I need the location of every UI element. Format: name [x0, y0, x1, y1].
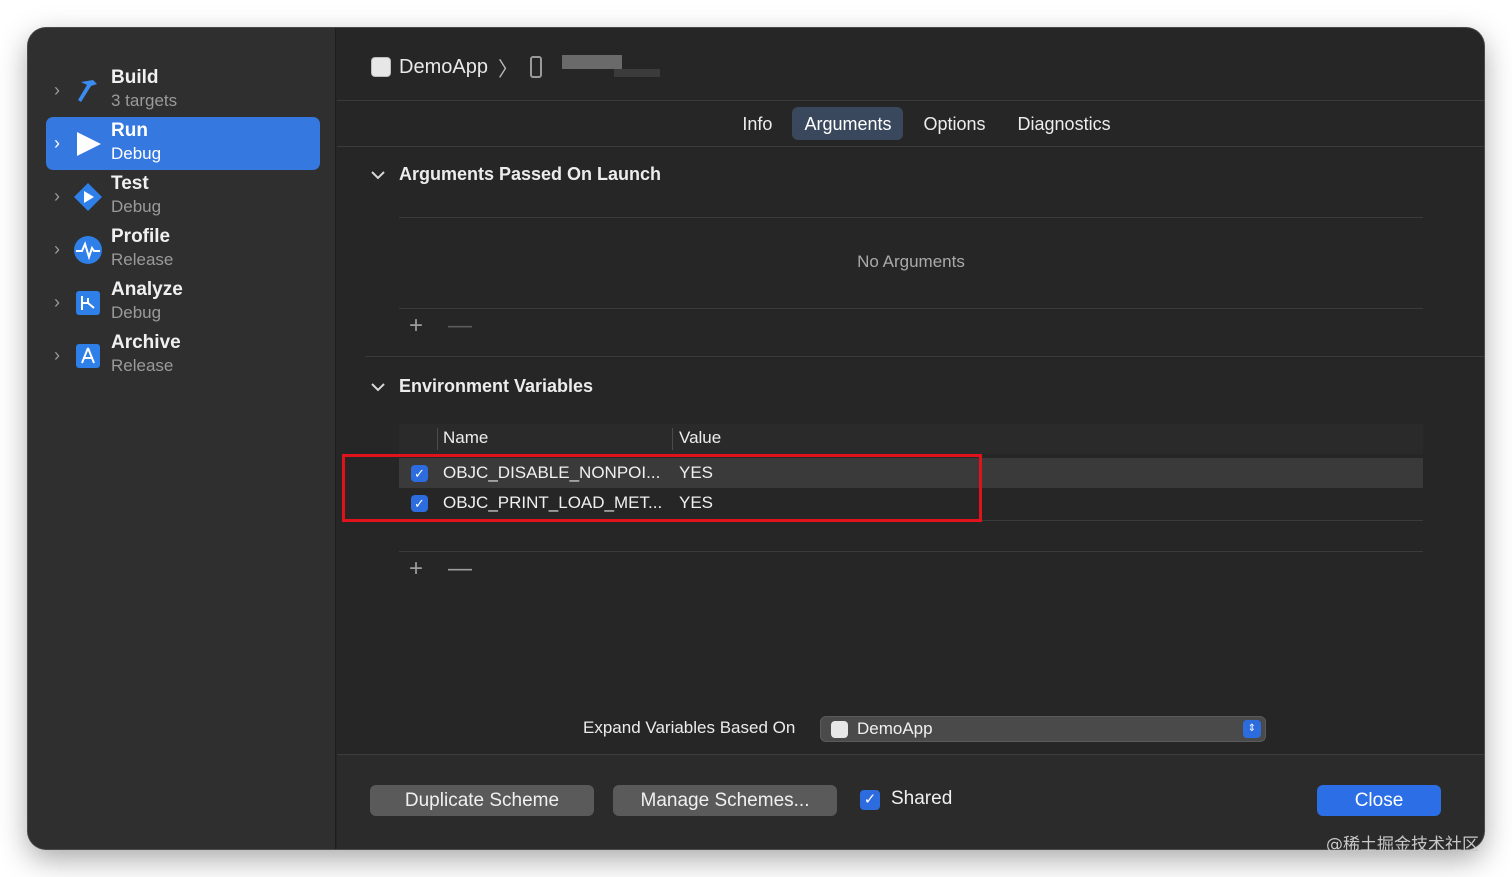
hammer-icon	[73, 76, 103, 106]
sidebar-item-subtitle: 3 targets	[111, 91, 178, 110]
sidebar-item-title: Run	[111, 120, 148, 141]
shared-checkbox[interactable]: ✓	[860, 790, 880, 810]
duplicate-scheme-button[interactable]: Duplicate Scheme	[370, 785, 594, 816]
sidebar-item-build[interactable]: › Build 3 targets	[46, 64, 320, 117]
analyze-icon	[73, 288, 103, 318]
remove-argument-button[interactable]: —	[448, 312, 472, 340]
archive-icon	[73, 341, 103, 371]
breadcrumb-separator-icon: 〉	[497, 58, 518, 81]
divider	[399, 217, 1423, 218]
sidebar-item-archive[interactable]: › Archive Release	[46, 329, 320, 382]
updown-chevron-icon: ⇕	[1243, 720, 1261, 738]
waveform-icon	[73, 235, 103, 265]
tab-options[interactable]: Options	[911, 107, 997, 140]
tab-bar: Info Arguments Options Diagnostics	[337, 107, 1484, 141]
chevron-right-icon[interactable]: ›	[54, 345, 68, 365]
sidebar-item-run[interactable]: › Run Debug	[46, 117, 320, 170]
sidebar-item-subtitle: Debug	[111, 303, 162, 322]
chevron-right-icon[interactable]: ›	[54, 186, 68, 206]
column-divider	[437, 428, 438, 450]
sidebar-item-title: Archive	[111, 332, 181, 353]
sidebar-item-title: Build	[111, 67, 159, 88]
sidebar-item-title: Analyze	[111, 279, 183, 300]
tab-info[interactable]: Info	[730, 107, 784, 140]
redacted-device-name	[561, 55, 622, 69]
remove-env-var-button[interactable]: —	[448, 555, 472, 583]
play-icon	[73, 129, 103, 159]
arguments-section-title: Arguments Passed On Launch	[399, 164, 662, 184]
chevron-right-icon[interactable]: ›	[54, 292, 68, 312]
table-header: Name Value	[399, 424, 1423, 454]
tab-diagnostics[interactable]: Diagnostics	[1006, 107, 1123, 140]
divider	[337, 100, 1484, 101]
add-env-var-button[interactable]: +	[409, 555, 423, 583]
expand-variables-popup[interactable]: DemoApp ⇕	[820, 716, 1266, 742]
divider	[399, 551, 1423, 552]
chevron-down-icon[interactable]	[371, 167, 385, 183]
divider	[399, 308, 1423, 309]
watermark: @稀土掘金技术社区	[1326, 835, 1479, 855]
scheme-detail-pane: DemoApp 〉 Info Arguments Options Diagnos…	[337, 28, 1484, 849]
expand-variables-label: Expand Variables Based On	[583, 718, 796, 737]
environment-section-header[interactable]: Environment Variables	[371, 376, 593, 397]
manage-schemes-button[interactable]: Manage Schemes...	[613, 785, 837, 816]
divider	[337, 146, 1484, 147]
scheme-editor-window: › Build 3 targets › Run Debug › Test Deb…	[28, 28, 1484, 849]
chevron-down-icon[interactable]	[371, 379, 385, 395]
sidebar-item-title: Profile	[111, 226, 171, 247]
close-button[interactable]: Close	[1317, 785, 1441, 816]
test-diamond-icon	[73, 182, 103, 212]
chevron-right-icon[interactable]: ›	[54, 80, 68, 100]
environment-section-title: Environment Variables	[399, 376, 594, 396]
expand-variables-value: DemoApp	[857, 719, 933, 738]
breadcrumb[interactable]: DemoApp 〉	[371, 52, 660, 82]
divider	[365, 356, 1484, 357]
redacted-device-detail	[613, 69, 660, 77]
sidebar-item-subtitle: Debug	[111, 197, 162, 216]
shared-label[interactable]: Shared	[891, 788, 952, 810]
footer-bar: Duplicate Scheme Manage Schemes... ✓ Sha…	[337, 754, 1484, 849]
no-arguments-placeholder: No Arguments	[857, 252, 965, 271]
scheme-actions-sidebar: › Build 3 targets › Run Debug › Test Deb…	[28, 28, 336, 849]
sidebar-item-test[interactable]: › Test Debug	[46, 170, 320, 223]
device-icon	[529, 56, 542, 78]
arguments-section-header[interactable]: Arguments Passed On Launch	[371, 164, 661, 185]
annotation-highlight-box	[342, 454, 982, 522]
column-divider	[672, 428, 673, 450]
sidebar-item-subtitle: Release	[111, 356, 174, 375]
column-header-name[interactable]: Name	[443, 428, 488, 448]
chevron-right-icon[interactable]: ›	[54, 239, 68, 259]
column-header-value[interactable]: Value	[679, 428, 721, 448]
breadcrumb-scheme[interactable]: DemoApp	[399, 56, 488, 79]
sidebar-item-profile[interactable]: › Profile Release	[46, 223, 320, 276]
chevron-right-icon[interactable]: ›	[54, 133, 68, 153]
sidebar-item-subtitle: Debug	[111, 144, 162, 163]
sidebar-item-subtitle: Release	[111, 250, 174, 269]
tab-arguments[interactable]: Arguments	[792, 107, 904, 140]
sidebar-item-analyze[interactable]: › Analyze Debug	[46, 276, 320, 329]
sidebar-item-title: Test	[111, 173, 149, 194]
add-argument-button[interactable]: +	[409, 312, 423, 340]
app-icon	[371, 57, 391, 77]
app-icon	[831, 721, 848, 738]
